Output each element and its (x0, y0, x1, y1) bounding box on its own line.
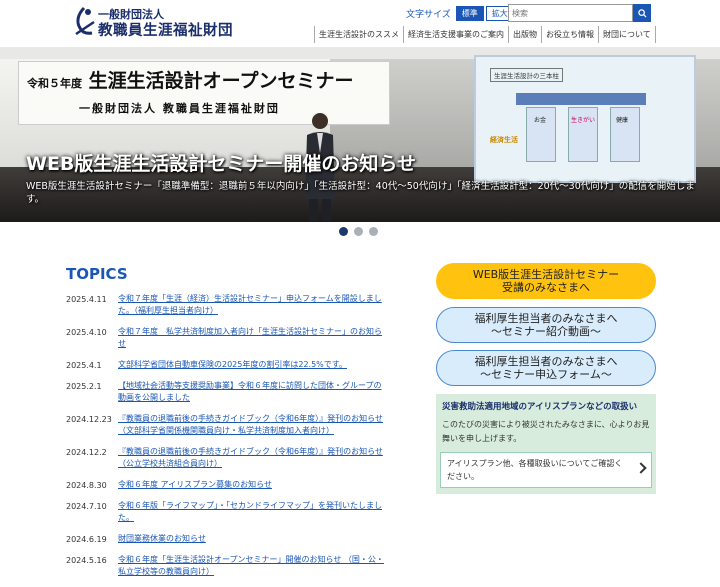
nav-item-about[interactable]: 財団について (598, 26, 656, 43)
seminar-form-button[interactable]: 福利厚生担当者のみなさまへ ～セミナー申込フォーム～ (436, 350, 656, 386)
font-size-standard-button[interactable]: 標準 (455, 5, 484, 21)
topic-link[interactable]: 令和６年度 アイリスプラン募集のお知らせ (118, 479, 388, 491)
web-seminar-button-line1: WEB版生涯生活設計セミナー (472, 268, 620, 281)
disaster-heading: 災害救助法適用地域のアイリスプランなどの取扱い (442, 402, 638, 412)
topic-link[interactable]: 令和７年度 私学共済制度加入者向け「生涯生活設計セミナー」のお知らせ (118, 326, 388, 350)
topic-date: 2024.7.10 (66, 502, 107, 511)
screen-label-econ: 経済生活 (490, 136, 518, 144)
site-header: 一般財団法人 教職員生涯福祉財団 文字サイズ 標準 拡大 生涯生活設計のススメ … (0, 0, 720, 47)
nav-item-economic-support[interactable]: 経済生活支援事業のご案内 (403, 26, 508, 43)
list-item: 2025.2.1 【地域社会活動等支援奨励事業】令和６年度に訪問した団体・グループ… (66, 380, 396, 404)
seminar-video-button-line2: ～セミナー紹介動画～ (491, 325, 601, 338)
search-button[interactable] (633, 4, 651, 22)
hero-description: WEB版生涯生活設計セミナー「退職準備型：退職前５年以内向け」「生活設計型：40… (26, 181, 695, 205)
seminar-form-button-line2: ～セミナー申込フォーム～ (480, 368, 612, 381)
topic-date: 2025.4.10 (66, 328, 107, 337)
slider-dot-2[interactable] (354, 227, 363, 236)
hero-photo-projector-screen: 生涯生活設計の三本柱 お金 生きがい 健康 経済生活 (474, 55, 696, 183)
topic-date: 2025.4.1 (66, 361, 102, 370)
list-item: 2025.4.1 文部科学省団体自動車保険の2025年度の割引率は22.5%です。 (66, 359, 396, 371)
global-nav: 生涯生活設計のススメ 経済生活支援事業のご案内 出版物 お役立ち情報 財団につい… (314, 26, 656, 43)
topic-link[interactable]: 令和６年度「生涯生活設計オープンセミナー」開催のお知らせ （国・公・私立学校等の… (118, 554, 388, 578)
search-icon (637, 8, 647, 18)
disaster-info-link[interactable]: アイリスプラン他、各種取扱いについてご確認ください。 (440, 452, 652, 488)
topic-link[interactable]: 文部科学省団体自動車保険の2025年度の割引率は22.5%です。 (118, 359, 388, 371)
screen-label-money: お金 (534, 117, 547, 124)
topic-date: 2025.2.1 (66, 382, 102, 391)
list-item: 2024.7.10 令和６年版「ライフマップ」・「セカンドライフマップ」を発刊いた… (66, 500, 396, 524)
topics-list: 2025.4.11 令和７年度「生涯（経済）生活設計セミナー」申込フォームを開設し… (66, 293, 396, 587)
site-logo[interactable]: 一般財団法人 教職員生涯福祉財団 (70, 4, 240, 40)
hero-slider[interactable]: 令和５年度 生涯生活設計オープンセミナー 一般財団法人 教職員生涯福祉財団 生涯… (0, 47, 720, 222)
banner-year: 令和５年度 (27, 77, 82, 90)
slider-pagination (339, 227, 378, 236)
topic-date: 2024.8.30 (66, 481, 107, 490)
list-item: 2024.12.23 『教職員の退職前後の手続きガイドブック（令和6年度）』発刊の… (66, 413, 396, 437)
topic-link[interactable]: 令和７年度「生涯（経済）生活設計セミナー」申込フォームを開設しました。（福利厚生… (118, 293, 388, 317)
banner-line-2: 一般財団法人 教職員生涯福祉財団 (79, 102, 280, 115)
site-search (508, 4, 651, 22)
org-name: 教職員生涯福祉財団 (98, 23, 233, 39)
chevron-right-icon (635, 462, 647, 474)
banner-title: 生涯生活設計オープンセミナー (88, 70, 354, 92)
hero-title[interactable]: WEB版生涯生活設計セミナー開催のお知らせ (26, 149, 416, 176)
topic-link[interactable]: 令和６年版「ライフマップ」・「セカンドライフマップ」を発刊いたしました。 (118, 500, 388, 524)
topic-link[interactable]: 『教職員の退職前後の手続きガイドブック（令和6年度）』発刊のお知らせ（文部科学省… (118, 413, 388, 437)
screen-title: 生涯生活設計の三本柱 (490, 68, 563, 82)
disaster-body: このたびの災害により被災されたみなさまに、心よりお見舞いを申し上げます。 (442, 420, 650, 443)
disaster-link-text: アイリスプラン他、各種取扱いについてご確認ください。 (447, 459, 623, 481)
seminar-form-button-line1: 福利厚生担当者のみなさまへ (474, 355, 618, 368)
nav-item-publications[interactable]: 出版物 (508, 26, 541, 43)
list-item: 2024.6.19 財団業務休業のお知らせ (66, 533, 396, 545)
screen-roof-shape (516, 93, 646, 105)
screen-label-health: 健康 (616, 117, 629, 124)
topics-heading: TOPICS (66, 265, 128, 283)
topic-date: 2024.6.19 (66, 535, 107, 544)
list-item: 2024.12.2 『教職員の退職前後の手続きガイドブック（令和6年度）』発刊のお… (66, 446, 396, 470)
search-input[interactable] (508, 4, 633, 22)
topic-link[interactable]: 財団業務休業のお知らせ (118, 533, 388, 545)
list-item: 2024.8.30 令和６年度 アイリスプラン募集のお知らせ (66, 479, 396, 491)
banner-line-1: 令和５年度 生涯生活設計オープンセミナー (27, 66, 354, 93)
list-item: 2025.4.11 令和７年度「生涯（経済）生活設計セミナー」申込フォームを開設し… (66, 293, 396, 317)
font-size-switcher: 文字サイズ 標準 拡大 (406, 5, 516, 21)
slider-dot-1[interactable] (339, 227, 348, 236)
nav-item-useful-info[interactable]: お役立ち情報 (541, 26, 598, 43)
list-item: 2024.5.16 令和６年度「生涯生活設計オープンセミナー」開催のお知らせ （国… (66, 554, 396, 578)
disaster-notice-panel: 災害救助法適用地域のアイリスプランなどの取扱い このたびの災害により被災されたみ… (436, 394, 656, 494)
logo-mark-icon (75, 6, 95, 36)
web-seminar-button[interactable]: WEB版生涯生活設計セミナー 受講のみなさまへ (436, 263, 656, 299)
topic-link[interactable]: 『教職員の退職前後の手続きガイドブック（令和6年度）』発刊のお知らせ（公立学校共… (118, 446, 388, 470)
list-item: 2025.4.10 令和７年度 私学共済制度加入者向け「生涯生活設計セミナー」のお… (66, 326, 396, 350)
topic-date: 2025.4.11 (66, 295, 107, 304)
seminar-video-button[interactable]: 福利厚生担当者のみなさまへ ～セミナー紹介動画～ (436, 307, 656, 343)
topic-date: 2024.12.2 (66, 448, 107, 457)
topic-link[interactable]: 【地域社会活動等支援奨励事業】令和６年度に訪問した団体・グループの動画を公開しま… (118, 380, 388, 404)
topic-date: 2024.5.16 (66, 556, 107, 565)
slider-dot-3[interactable] (369, 227, 378, 236)
seminar-video-button-line1: 福利厚生担当者のみなさまへ (474, 312, 618, 325)
nav-item-seminar-guide[interactable]: 生涯生活設計のススメ (314, 26, 403, 43)
font-size-label: 文字サイズ (406, 9, 451, 20)
web-seminar-button-line2: 受講のみなさまへ (502, 281, 590, 294)
screen-label-life: 生きがい (571, 117, 596, 124)
topic-date: 2024.12.23 (66, 415, 112, 424)
